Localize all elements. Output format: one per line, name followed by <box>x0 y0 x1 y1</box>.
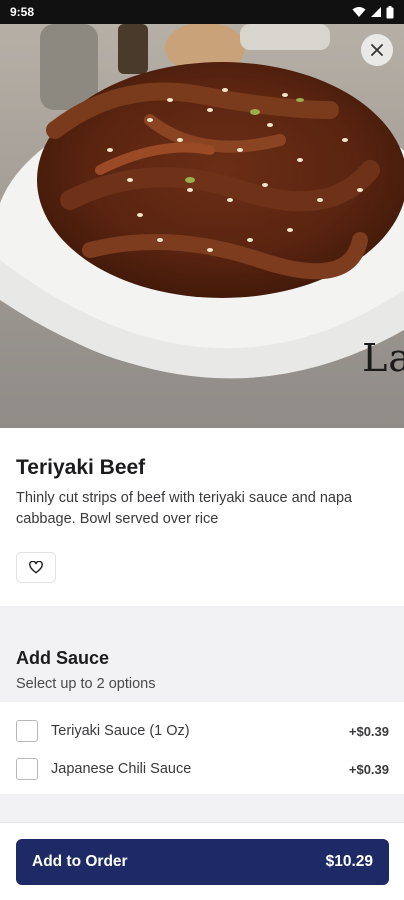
option-checkbox[interactable] <box>16 720 38 742</box>
battery-icon <box>386 5 394 18</box>
add-to-order-button[interactable]: Add to Order $10.29 <box>16 839 389 885</box>
order-total: $10.29 <box>325 853 373 870</box>
item-details: Teriyaki Beef Thinly cut strips of beef … <box>0 428 404 606</box>
option-price: +$0.39 <box>348 761 389 777</box>
modifier-group-title: Add Sauce <box>16 648 110 668</box>
option-checkbox[interactable] <box>16 758 38 780</box>
status-bar: 9:58 <box>0 0 404 24</box>
status-time: 9:58 <box>10 5 35 19</box>
section-divider <box>0 794 404 822</box>
signal-icon <box>371 7 381 17</box>
item-description: Thinly cut strips of beef with teriyaki … <box>16 490 353 527</box>
item-photo: La <box>0 0 404 428</box>
favorite-button[interactable] <box>16 552 56 583</box>
option-row[interactable]: Japanese Chili Sauce +$0.39 <box>0 750 404 788</box>
modifier-options: Teriyaki Sauce (1 Oz) +$0.39 Japanese Ch… <box>0 702 404 794</box>
option-label: Japanese Chili Sauce <box>51 761 192 777</box>
photo-watermark: La <box>362 336 404 380</box>
close-button[interactable] <box>361 34 393 66</box>
food-bowl-illustration <box>0 22 404 379</box>
option-price: +$0.39 <box>348 723 389 739</box>
heart-outline-icon <box>29 561 43 574</box>
order-footer: Add to Order $10.29 <box>0 822 404 900</box>
section-divider <box>0 606 404 624</box>
item-name: Teriyaki Beef <box>16 456 146 479</box>
modifier-group-header: Add Sauce Select up to 2 options <box>0 624 404 702</box>
option-row[interactable]: Teriyaki Sauce (1 Oz) +$0.39 <box>0 712 404 750</box>
close-icon <box>371 44 383 56</box>
add-to-order-label: Add to Order <box>32 853 128 870</box>
modifier-group-subtitle: Select up to 2 options <box>16 676 156 692</box>
status-icons <box>352 5 394 19</box>
wifi-icon <box>352 7 366 17</box>
option-label: Teriyaki Sauce (1 Oz) <box>51 723 190 739</box>
